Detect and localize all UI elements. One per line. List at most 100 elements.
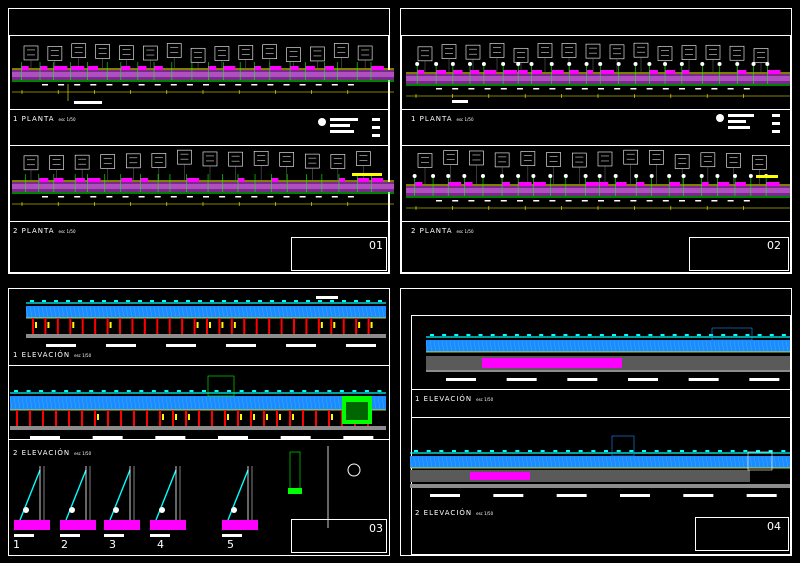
plan-s1-top-block [87, 66, 99, 70]
plan-s1-top-block [154, 66, 163, 70]
elev-s3-top-cyan-dash [210, 300, 214, 302]
plan-s1-bottom-dash [267, 196, 274, 198]
plan-s2-bottom-dash [565, 200, 572, 202]
plan-s2-top-block [586, 70, 593, 74]
elev-s4-top-cyan-dash [733, 334, 738, 336]
plan-s1-top-block [254, 66, 261, 70]
detail-1-figure [23, 507, 29, 513]
plan-s2-top-block [737, 70, 747, 74]
detail-1-brace [19, 469, 41, 521]
plan-s2-bottom-block [414, 182, 423, 186]
plan-s1-bottom-block [38, 178, 49, 182]
elev-s4-top-cyan-dash [624, 334, 629, 336]
plan-s2-bottom-lamp [597, 174, 602, 178]
elev-s3-bottom-post [276, 410, 278, 426]
elev-s3-top-cyan-dash [102, 300, 106, 302]
elev-s3-top-post [355, 318, 358, 334]
plan-s1-top-dash [299, 84, 306, 86]
elev-s3-bottom-cyan-dash [176, 390, 181, 392]
plan-s1-top-dash [347, 84, 354, 86]
elev-s4-bottom-label-bar [493, 494, 524, 497]
elev-s3-top-post [293, 318, 295, 334]
elev-s4-bottom-cyan-dash [692, 450, 697, 452]
elev-s3-bottom-cyan-dash [51, 390, 56, 392]
elev-s3-bottom-post [68, 410, 70, 426]
plan-s2-top-dash [646, 88, 653, 90]
plan-s1-top-tile [214, 46, 230, 61]
plan-s1-bottom-block [120, 178, 133, 182]
plan-s2-bottom-block [717, 182, 730, 186]
elev-s3-bottom-label-bar [280, 436, 311, 439]
plan-s1-bottom-dash [58, 196, 65, 198]
elev-s4-top-cyan-dash [551, 334, 556, 336]
plan-s2-top-lamp [765, 62, 770, 66]
elev-s3-top-cyan-dash [66, 300, 70, 302]
plan-s1-bottom-block [271, 178, 279, 182]
plan-s2-top-dash [468, 88, 475, 90]
elev-s3-top-sign [320, 322, 323, 328]
elev-s4-top-cyan-dash [454, 334, 459, 336]
plan-s2-top-tile [609, 44, 625, 60]
detail-1-caption [14, 534, 34, 537]
elev-s3-top-post [268, 318, 271, 334]
plan-s1-top-dash [58, 84, 65, 86]
elev-s4-top-cyan-dash [636, 334, 641, 336]
plan-s2-bottom-dash [533, 200, 540, 202]
plan-s2-bottom-lamp [412, 174, 417, 178]
plan-s1-bottom-block [237, 178, 245, 182]
elev-s3-bottom-cyan-dash [39, 390, 44, 392]
elev-s3-bottom-cyan-dash [76, 390, 81, 392]
elev-s3-top-cyan-dash [258, 300, 262, 302]
elev-s4-top-cyan-dash [781, 334, 786, 336]
plan-s2-top-block [503, 70, 518, 74]
plan-s1-bottom-dash [283, 196, 290, 198]
elev-s3-bottom-cyan-dash [352, 390, 357, 392]
plan-s2-bottom-dash [500, 200, 507, 202]
elev-s3-top-sign [221, 322, 224, 328]
elev-s3-top-cyan-dash [78, 300, 82, 302]
detail-column-base [288, 488, 302, 494]
plan-s2-top-lamp [501, 62, 506, 66]
plan-s2-bottom-lamp [634, 174, 639, 178]
plan-s2-top-block [452, 70, 463, 74]
elev-s3-top-sign [370, 322, 373, 328]
plan-s2-top-tile [417, 46, 433, 62]
elev-s3-top-cyan-dash [174, 300, 178, 302]
plan-s2-bottom-tile [571, 152, 587, 168]
plan-s2-top-block [518, 70, 528, 74]
elev-s4-top-cyan-dash [478, 334, 483, 336]
elev-s3-top-cyan-dash [270, 300, 274, 302]
elev-s3-bottom-post [55, 410, 57, 426]
plan-s1-top-dash [267, 84, 274, 86]
plan-s2-legend-text [728, 120, 746, 123]
elev-s4-bottom-cyan-dash [414, 450, 418, 452]
plan-s2-top-tile [513, 47, 529, 63]
elev-s4-top-cyan-dash [721, 334, 726, 336]
plan-s1-top-tile [238, 45, 254, 60]
plan-s1-top-dash [42, 84, 48, 86]
elev-s4-top-cyan-dash [587, 334, 592, 336]
plan-s1-top-dash [74, 84, 81, 86]
plan-s1-bottom-block [53, 178, 64, 182]
plan-s2-bottom-block [502, 182, 510, 186]
elev-s3-top-cyan-dash [366, 300, 370, 302]
elev-s3-bottom-sign [292, 414, 294, 420]
elev-s4-bottom-cyan-dash [502, 450, 507, 452]
plan-s2-top-tile [681, 45, 697, 60]
plan-s1-top-block [269, 66, 282, 70]
plan-s1-bottom-dash [90, 196, 97, 198]
plan-s1-bottom-dash [251, 196, 258, 198]
detail-1-base [14, 520, 50, 530]
plan-s1-bottom-block [75, 178, 85, 182]
elev-s3-bottom-sign [240, 414, 242, 420]
elev-s3-top-cyan-dash [138, 300, 142, 302]
plan-s1-bottom-dash [203, 196, 209, 198]
plan-s2-bottom-dash [662, 200, 669, 202]
elev-s3-bottom-ground [10, 426, 386, 430]
elev-s3-bottom-label-bar [218, 436, 248, 439]
plan-s1-bottom-dash [331, 196, 338, 198]
elev-s4-bottom-cyan-dash [540, 450, 545, 452]
elev-s4-top-cyan-dash [660, 334, 665, 336]
plan-s1-top-dash [235, 84, 242, 86]
plan-s2-top-dash [452, 88, 459, 90]
